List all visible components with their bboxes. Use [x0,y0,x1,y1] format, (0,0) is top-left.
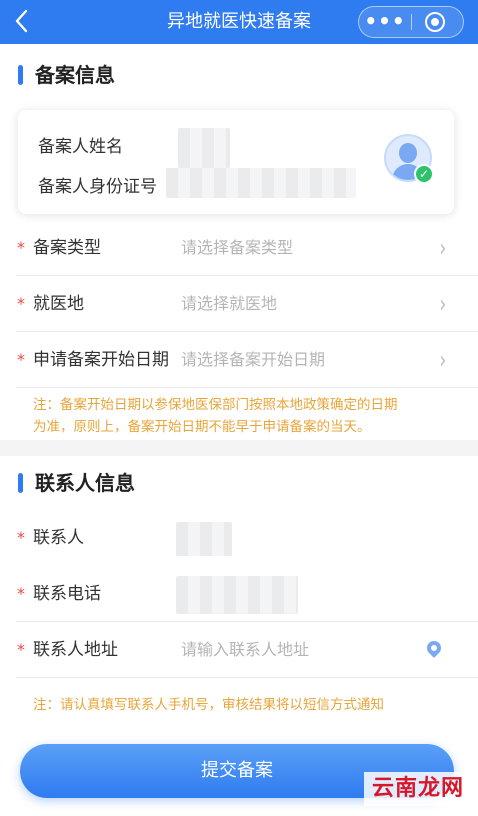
redacted-name [178,128,230,168]
applicant-card: 备案人姓名 备案人身份证号 ✓ [18,110,454,214]
redacted-contact-phone [176,576,298,614]
contact-address-input[interactable]: 请输入联系人地址 [181,638,309,662]
mini-program-capsule: ••• [358,6,464,38]
required-mark: * [17,640,25,659]
chevron-right-icon: › [439,346,447,374]
treatment-location-label: 就医地 [33,294,84,314]
chevron-right-icon: › [439,234,447,262]
section-header: 联系人信息 [18,468,318,498]
required-mark: * [17,350,25,369]
filing-info-section: 备案信息 备案人姓名 备案人身份证号 ✓ * 备案类型 请选择备案类型 › * … [0,44,478,440]
section-title: 联系人信息 [35,471,135,495]
applicant-name-label: 备案人姓名 [38,137,123,157]
required-mark: * [17,238,25,257]
filing-type-label: 备案类型 [33,238,101,258]
required-mark: * [17,528,25,547]
target-icon[interactable] [425,12,445,32]
redacted-id-number [166,168,356,198]
navbar: 异地就医快速备案 ••• [0,0,478,44]
section-accent-bar [18,473,23,493]
treatment-location-row[interactable]: * 就医地 请选择就医地 › [0,276,478,332]
start-date-note: 注：备案开始日期以参保地医保部门按照本地政策确定的日期 为准，原则上，备案开始日… [33,394,453,438]
note-line-1: 注：备案开始日期以参保地医保部门按照本地政策确定的日期 [33,397,398,413]
required-mark: * [17,584,25,603]
contact-name-row[interactable]: * 联系人 [0,510,478,566]
contact-address-label: 联系人地址 [33,640,118,660]
start-date-label: 申请备案开始日期 [33,350,169,370]
contact-address-row[interactable]: * 联系人地址 请输入联系人地址 [0,622,478,678]
section-title: 备案信息 [35,63,115,87]
contact-name-label: 联系人 [33,528,84,548]
redacted-contact-name [176,522,232,556]
note-line-2: 为准，原则上，备案开始日期不能早于申请备案的当天。 [33,419,371,435]
verified-check-icon: ✓ [414,164,434,184]
watermark: 云南龙网 [364,772,472,806]
filing-type-row[interactable]: * 备案类型 请选择备案类型 › [0,220,478,276]
treatment-location-placeholder[interactable]: 请选择就医地 [181,292,277,316]
start-date-placeholder[interactable]: 请选择备案开始日期 [181,348,325,372]
chevron-right-icon: › [439,290,447,318]
contact-note: 注：请认真填写联系人手机号，审核结果将以短信方式通知 [33,697,384,713]
more-dots-icon[interactable]: ••• [359,7,411,37]
row-divider [16,387,478,388]
applicant-id-label: 备案人身份证号 [38,177,157,197]
section-header: 备案信息 [18,60,318,90]
filing-type-placeholder[interactable]: 请选择备案类型 [181,236,293,260]
contact-phone-label: 联系电话 [33,584,101,604]
section-accent-bar [18,65,23,85]
row-divider [16,677,478,678]
location-pin-icon[interactable] [424,638,444,658]
capsule-divider [411,14,412,30]
contact-phone-row[interactable]: * 联系电话 [0,566,478,622]
required-mark: * [17,294,25,313]
start-date-row[interactable]: * 申请备案开始日期 请选择备案开始日期 › [0,332,478,388]
